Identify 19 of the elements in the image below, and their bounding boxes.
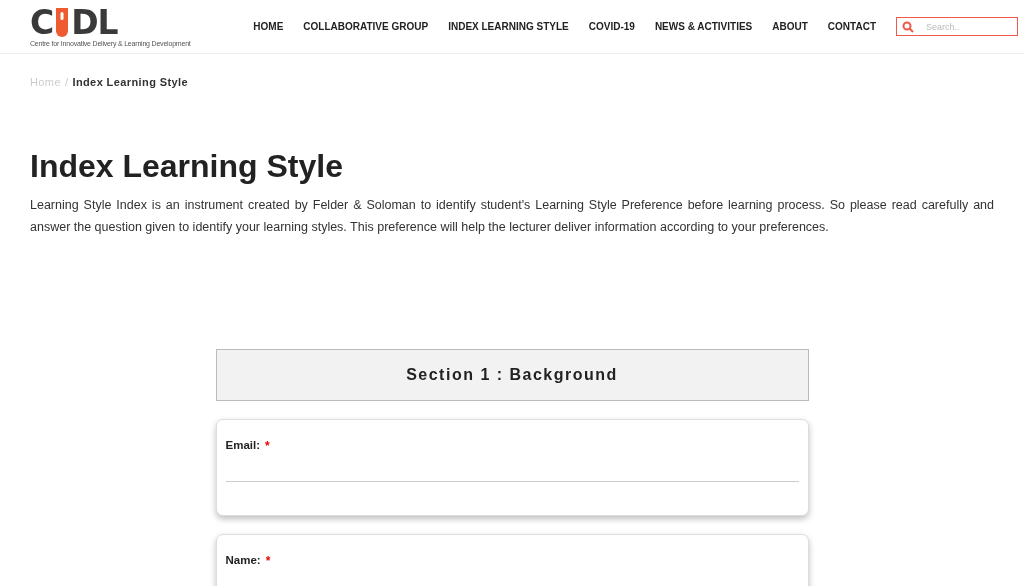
intro-paragraph: Learning Style Index is an instrument created by Felder & Soloman to identify student's Learning Style Preference before learning process. So please read carefully and answer the question given to identify your learning styles. This preference will help the lecturer deliver information according to your preferences. [30,197,994,236]
logo-text: DL [71,6,118,39]
breadcrumb-separator: / [64,76,69,88]
breadcrumb-current: Index Learning Style [72,76,188,88]
nav-link[interactable]: INDEX LEARNING STYLE [438,21,579,32]
field-label: Email: [225,439,260,453]
section-title: Section 1 : Background [406,366,618,384]
nav-link[interactable]: HOME [243,21,294,32]
nav-link[interactable]: ABOUT [762,21,818,32]
required-mark: * [265,439,270,453]
field-label: Name: [225,554,261,568]
page-title: Index Learning Style [30,147,344,186]
search-box[interactable]: Search.. [896,17,1018,36]
nav-link[interactable]: COVID-19 [578,21,645,32]
nav-link[interactable]: COLLABORATIVE GROUP [293,21,439,32]
logo-text: C [30,6,54,39]
nav-link[interactable]: NEWS & ACTIVITIES [644,21,763,32]
nav-link[interactable]: CONTACT [817,21,886,32]
required-mark: * [265,554,271,568]
